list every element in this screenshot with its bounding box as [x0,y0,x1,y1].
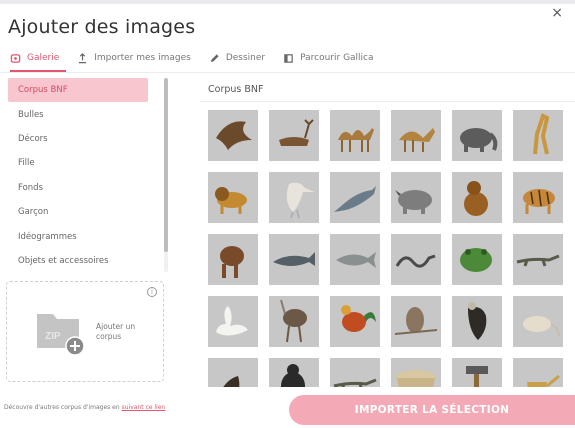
corpus-title: Corpus BNF [208,84,264,95]
discover-link[interactable]: suivant ce lien [122,404,166,411]
gallery-image-pelican[interactable] [269,172,319,223]
add-folder-icon: ZIP [37,314,85,356]
add-images-dialog: Ajouter des images × Galerie Importer me… [0,0,575,428]
import-selection-button[interactable]: IMPORTER LA SÉLECTION [289,395,575,425]
pencil-icon [210,53,219,62]
gallery-image-vulture[interactable] [452,296,502,347]
book-icon [284,53,293,63]
gallery-image-deer[interactable] [269,110,319,161]
dialog-title: Ajouter des images [8,16,196,38]
gallery-icon [10,53,21,63]
discover-text: Découvre d'autres corpus d'images en [4,404,122,411]
upload-icon [79,52,87,63]
sidebar-item-ideogrammes[interactable]: Idéogrammes [8,224,148,248]
gallery-image-lion[interactable] [208,172,258,223]
tab-gallica[interactable]: Parcourir Gallica [283,50,374,66]
gallery-image-whale[interactable] [269,234,319,285]
tab-importer[interactable]: Importer mes images [77,50,191,66]
gallery-image-frog[interactable] [452,234,502,285]
gallery-image-ostrich[interactable] [269,296,319,347]
tab-label: Galerie [27,53,60,63]
close-icon[interactable]: × [551,5,563,21]
tab-dessiner[interactable]: Dessiner [209,50,265,66]
svg-text:ZIP: ZIP [45,331,61,342]
sidebar-item-garcon[interactable]: Garçon [8,200,148,224]
gallery-image-gorilla[interactable] [269,358,319,387]
category-list: Corpus BNF Bulles Décors Fille Fonds Gar… [8,78,168,273]
gallery-image-snake[interactable] [391,234,441,285]
add-corpus-label: Ajouter un corpus [96,322,136,341]
main-divider [200,101,575,102]
tabs-divider [0,72,575,73]
gallery-image-fish[interactable] [330,234,380,285]
gallery-image-watering-can[interactable] [513,358,563,387]
tab-label: Dessiner [225,53,266,63]
gallery-image-rat[interactable] [513,296,563,347]
add-corpus-dropzone[interactable]: i ZIP Ajouter un corpus [6,281,164,382]
top-band [0,0,575,4]
gallery-image-monkey[interactable] [452,172,502,223]
gallery-image-tiger[interactable] [513,172,563,223]
gallery-image-hammer[interactable] [452,358,502,387]
gallery-image-basket[interactable] [391,358,441,387]
info-icon[interactable]: i [147,287,157,297]
gallery-image-owl[interactable] [391,296,441,347]
sidebar-item-decors[interactable]: Décors [8,127,148,151]
gallery-image-rooster[interactable] [330,296,380,347]
tab-label: Importer mes images [94,53,191,63]
gallery-image-swordfish[interactable] [330,172,380,223]
tab-label: Parcourir Gallica [300,53,374,63]
gallery-image-lizard[interactable] [513,234,563,285]
discover-note: Découvre d'autres corpus d'images en sui… [4,404,165,411]
gallery-image-rhinoceros[interactable] [391,172,441,223]
gallery-image-lizard[interactable] [330,358,380,387]
tab-bar: Galerie Importer mes images Dessiner Par… [10,50,392,66]
gallery-image-hawk[interactable] [208,358,258,387]
sidebar-item-fille[interactable]: Fille [8,151,148,175]
gallery-image-calf[interactable] [208,234,258,285]
gallery-image-eagle[interactable] [208,110,258,161]
gallery-image-dromedary[interactable] [391,110,441,161]
sidebar-item-fonds[interactable]: Fonds [8,176,148,200]
category-sidebar: Corpus BNF Bulles Décors Fille Fonds Gar… [8,78,168,273]
gallery-image-camel[interactable] [330,110,380,161]
sidebar-item-bulles[interactable]: Bulles [8,102,148,126]
sidebar-item-objets[interactable]: Objets et accessoires [8,249,148,273]
gallery-image-elephant[interactable] [452,110,502,161]
sidebar-item-corpus-bnf[interactable]: Corpus BNF [8,78,148,103]
sidebar-scrollbar-thumb[interactable] [164,78,168,252]
gallery-image-giraffe[interactable] [513,110,563,161]
gallery-image-swan[interactable] [208,296,258,347]
tab-galerie[interactable]: Galerie [10,50,59,66]
image-gallery-grid [208,110,575,387]
